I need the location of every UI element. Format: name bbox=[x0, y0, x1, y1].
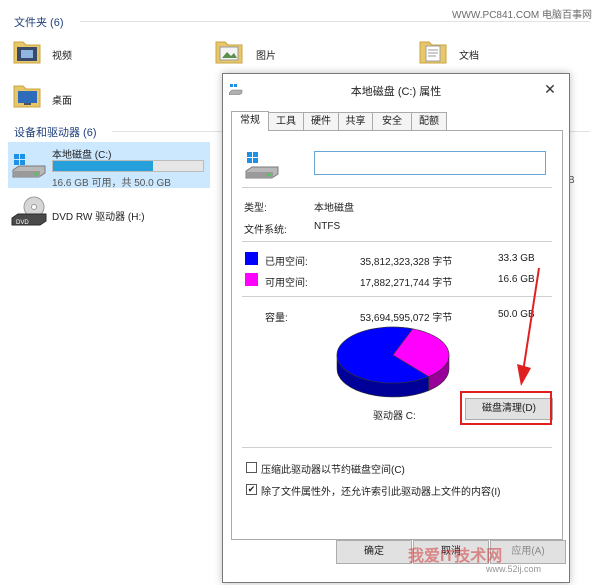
drive-letter-label: 驱动器 C: bbox=[373, 411, 416, 422]
index-checkbox[interactable]: ✔ bbox=[246, 484, 257, 495]
dialog-title: 本地磁盘 (C:) 属性 bbox=[350, 86, 442, 98]
local-disk-icon bbox=[12, 154, 46, 178]
free-space-label: 可用空间: bbox=[265, 278, 308, 289]
tab-hardware[interactable]: 硬件 bbox=[303, 112, 339, 130]
filesystem-value: NTFS bbox=[314, 221, 341, 232]
used-space-bytes: 35,812,323,328 字节 bbox=[360, 257, 453, 268]
folder-label: 图片 bbox=[256, 51, 276, 62]
video-folder-icon bbox=[13, 41, 41, 64]
capacity-label: 容量: bbox=[265, 313, 288, 324]
folder-label: 视频 bbox=[52, 51, 72, 62]
svg-text:DVD: DVD bbox=[16, 220, 29, 226]
watermark-top: WWW.PC841.COM 电脑百事网 bbox=[452, 10, 593, 21]
documents-folder-icon bbox=[419, 41, 447, 64]
separator bbox=[242, 296, 552, 297]
compress-checkbox-row[interactable]: 压缩此驱动器以节约磁盘空间(C) bbox=[246, 461, 546, 476]
folder-item-videos[interactable]: 视频 bbox=[12, 36, 132, 68]
drives-group-header[interactable]: 设备和驱动器 (6) bbox=[14, 124, 97, 140]
drive-capacity-text: 16.6 GB 可用，共 50.0 GB bbox=[52, 178, 171, 189]
index-checkbox-row[interactable]: ✔ 除了文件属性外，还允许索引此驱动器上文件的内容(I) bbox=[246, 483, 556, 498]
used-space-size: 33.3 GB bbox=[498, 253, 535, 264]
dvd-drive-icon: DVD bbox=[11, 196, 47, 226]
used-space-swatch bbox=[245, 252, 258, 265]
drive-item-c[interactable]: 本地磁盘 (C:) 16.6 GB 可用，共 50.0 GB bbox=[8, 142, 210, 189]
drive-usage-fill bbox=[53, 161, 154, 171]
tab-security[interactable]: 安全 bbox=[372, 112, 412, 130]
folder-label: 文档 bbox=[459, 51, 479, 62]
drive-label: 本地磁盘 (C:) bbox=[52, 150, 112, 161]
pictures-folder-icon bbox=[215, 41, 243, 64]
folder-item-desktop[interactable]: 桌面 bbox=[12, 80, 132, 112]
tab-quota[interactable]: 配额 bbox=[411, 112, 447, 130]
close-icon[interactable]: ✕ bbox=[543, 82, 557, 96]
properties-dialog: 本地磁盘 (C:) 属性 ✕ 常规 工具 硬件 共享 安全 配额 类型: 本地磁… bbox=[222, 73, 570, 583]
folder-item-pictures[interactable]: 图片 bbox=[214, 36, 334, 68]
separator bbox=[242, 447, 552, 448]
ok-button[interactable]: 确定 bbox=[336, 540, 412, 564]
folders-divider bbox=[80, 21, 590, 22]
local-disk-icon bbox=[245, 152, 279, 179]
drive-name-input[interactable] bbox=[314, 151, 546, 175]
tab-general[interactable]: 常规 bbox=[231, 111, 269, 131]
annotation-arrow bbox=[517, 267, 540, 386]
filesystem-label: 文件系统: bbox=[244, 225, 287, 236]
separator bbox=[242, 241, 552, 242]
watermark-bottom: 我爱IT技术网 bbox=[408, 548, 503, 565]
folders-group-header[interactable]: 文件夹 (6) bbox=[14, 14, 64, 30]
free-space-swatch bbox=[245, 273, 258, 286]
type-label: 类型: bbox=[244, 203, 267, 214]
compress-checkbox[interactable] bbox=[246, 462, 257, 473]
drive-label: DVD RW 驱动器 (H:) bbox=[52, 212, 145, 223]
drive-item-dvd[interactable]: DVD DVD RW 驱动器 (H:) bbox=[8, 196, 210, 232]
type-value: 本地磁盘 bbox=[314, 203, 354, 214]
compress-label: 压缩此驱动器以节约磁盘空间(C) bbox=[261, 465, 405, 476]
separator bbox=[242, 187, 552, 188]
watermark-url: www.52ij.com bbox=[486, 564, 542, 574]
tab-tools[interactable]: 工具 bbox=[268, 112, 304, 130]
tab-sharing[interactable]: 共享 bbox=[338, 112, 373, 130]
folder-label: 桌面 bbox=[52, 96, 72, 107]
capacity-bytes: 53,694,595,072 字节 bbox=[360, 313, 453, 324]
desktop-folder-icon bbox=[13, 85, 41, 108]
free-space-bytes: 17,882,271,744 字节 bbox=[360, 278, 453, 289]
annotation-highlight-box bbox=[460, 391, 552, 425]
used-space-label: 已用空间: bbox=[265, 257, 308, 268]
index-label: 除了文件属性外，还允许索引此驱动器上文件的内容(I) bbox=[261, 487, 501, 498]
disk-usage-pie-chart bbox=[336, 326, 450, 398]
drive-usage-bar bbox=[52, 160, 204, 172]
folder-item-documents[interactable]: 文档 bbox=[418, 36, 538, 68]
